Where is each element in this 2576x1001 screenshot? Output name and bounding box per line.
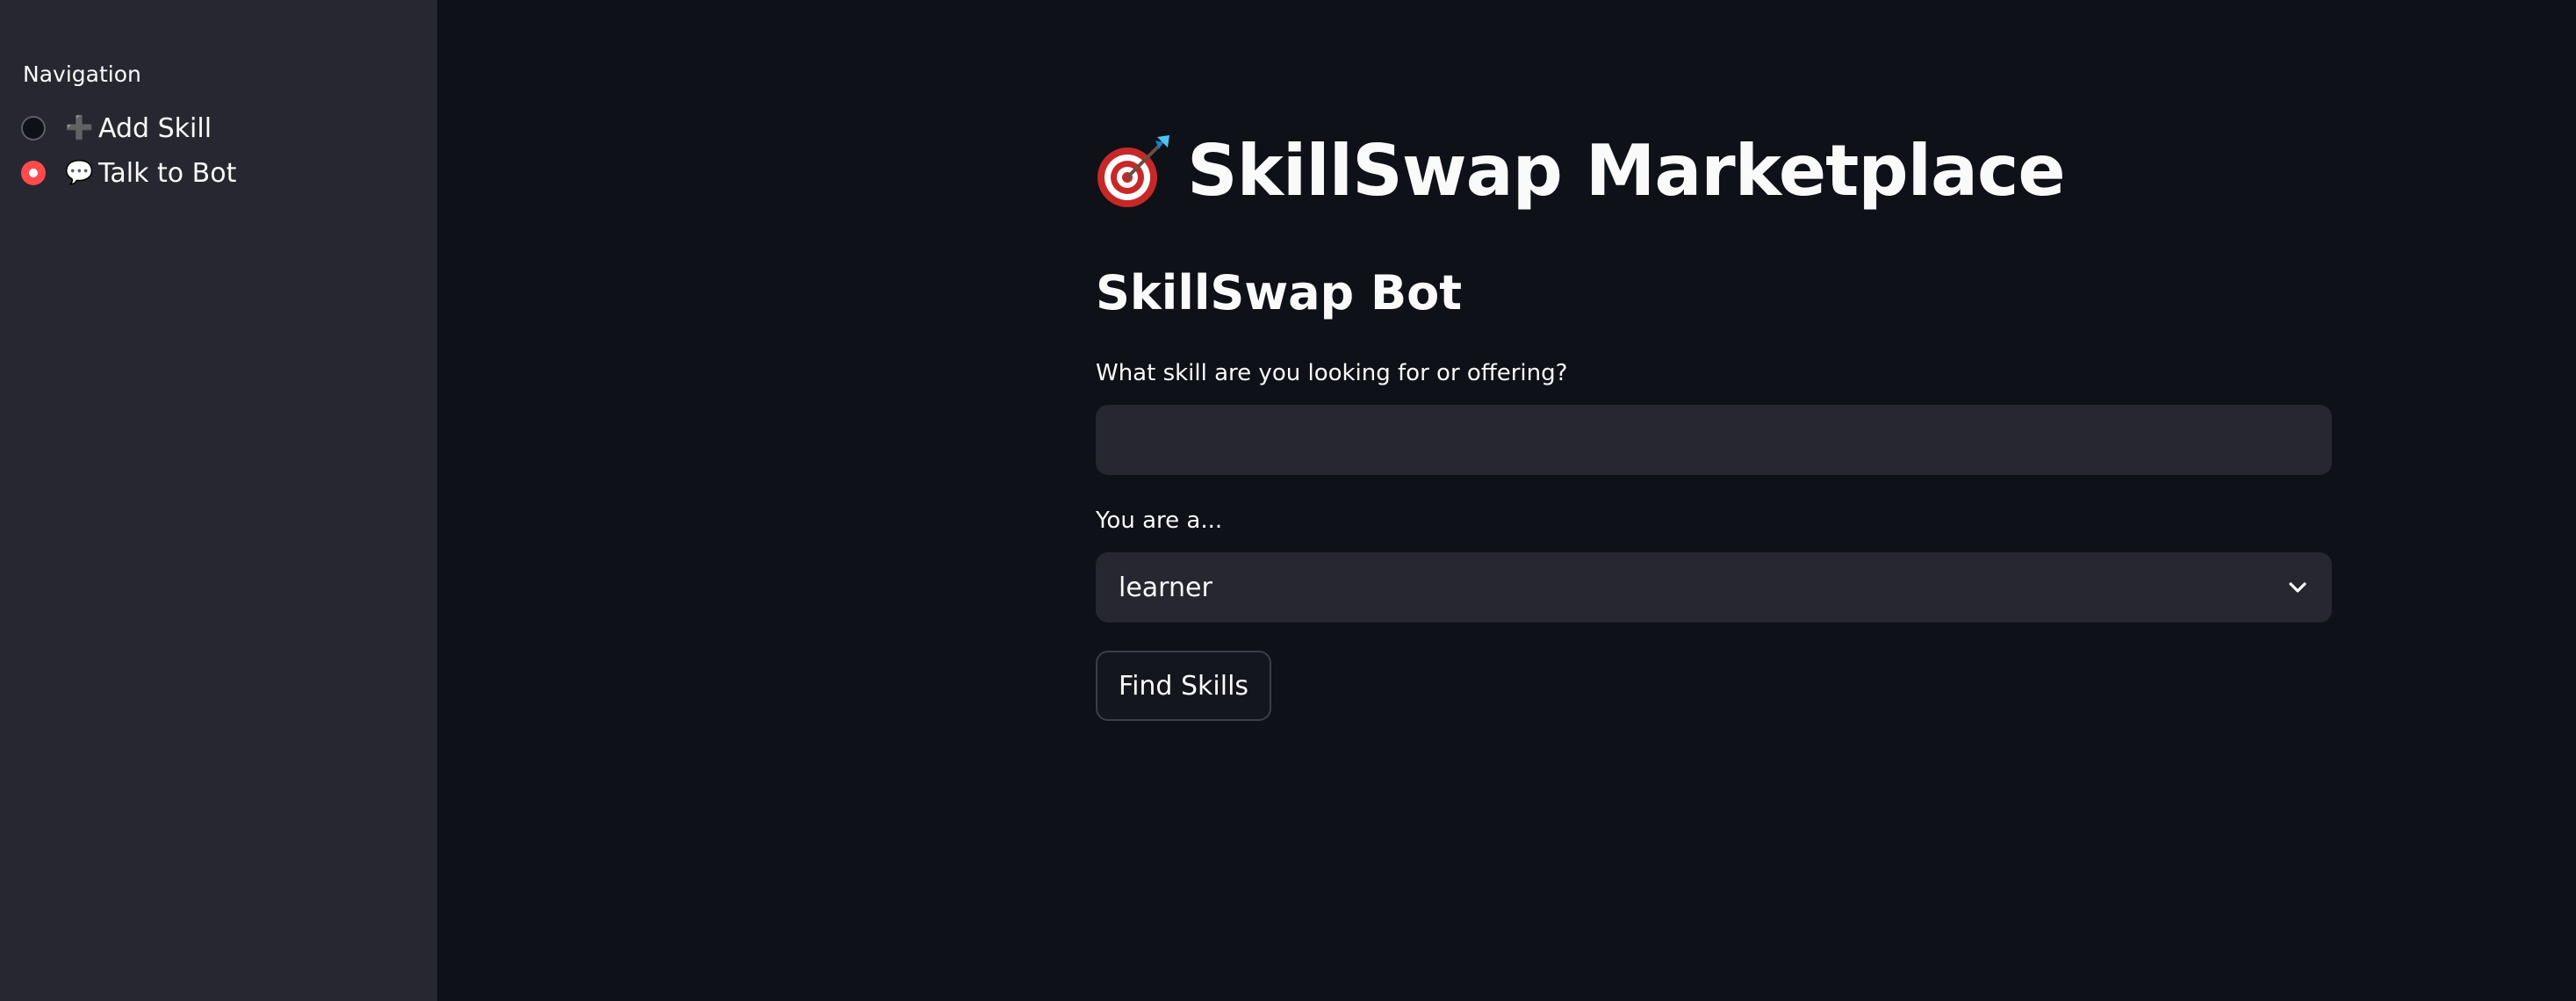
nav-option-talk-to-bot[interactable]: 💬 Talk to Bot bbox=[21, 154, 236, 192]
page-title: SkillSwap Marketplace bbox=[1187, 130, 2066, 212]
section-subheader: SkillSwap Bot bbox=[1096, 265, 1463, 320]
role-select-value: learner bbox=[1119, 572, 1212, 603]
title-row: SkillSwap Marketplace bbox=[1096, 130, 2066, 212]
speech-bubble-icon: 💬 bbox=[65, 160, 94, 186]
sidebar: Navigation ➕ Add Skill 💬 Talk to Bot bbox=[0, 0, 437, 1001]
plus-icon: ➕ bbox=[65, 115, 94, 141]
nav-option-add-skill[interactable]: ➕ Add Skill bbox=[21, 109, 212, 148]
direct-hit-target-icon bbox=[1097, 134, 1169, 207]
skill-input-label: What skill are you looking for or offeri… bbox=[1096, 360, 1568, 386]
chevron-down-icon bbox=[2289, 582, 2306, 593]
radio-button-talk-to-bot[interactable] bbox=[21, 161, 46, 185]
nav-option-label: Add Skill bbox=[98, 112, 212, 144]
navigation-label: Navigation bbox=[23, 61, 141, 87]
app-root: Navigation ➕ Add Skill 💬 Talk to Bot Ski… bbox=[0, 0, 2576, 1001]
nav-option-label: Talk to Bot bbox=[98, 157, 237, 189]
find-skills-button[interactable]: Find Skills bbox=[1096, 651, 1272, 721]
radio-button-add-skill[interactable] bbox=[21, 116, 46, 140]
skill-search-input[interactable] bbox=[1096, 405, 2332, 475]
role-select-label: You are a... bbox=[1096, 508, 1223, 534]
role-select-dropdown[interactable]: learner bbox=[1096, 552, 2332, 623]
